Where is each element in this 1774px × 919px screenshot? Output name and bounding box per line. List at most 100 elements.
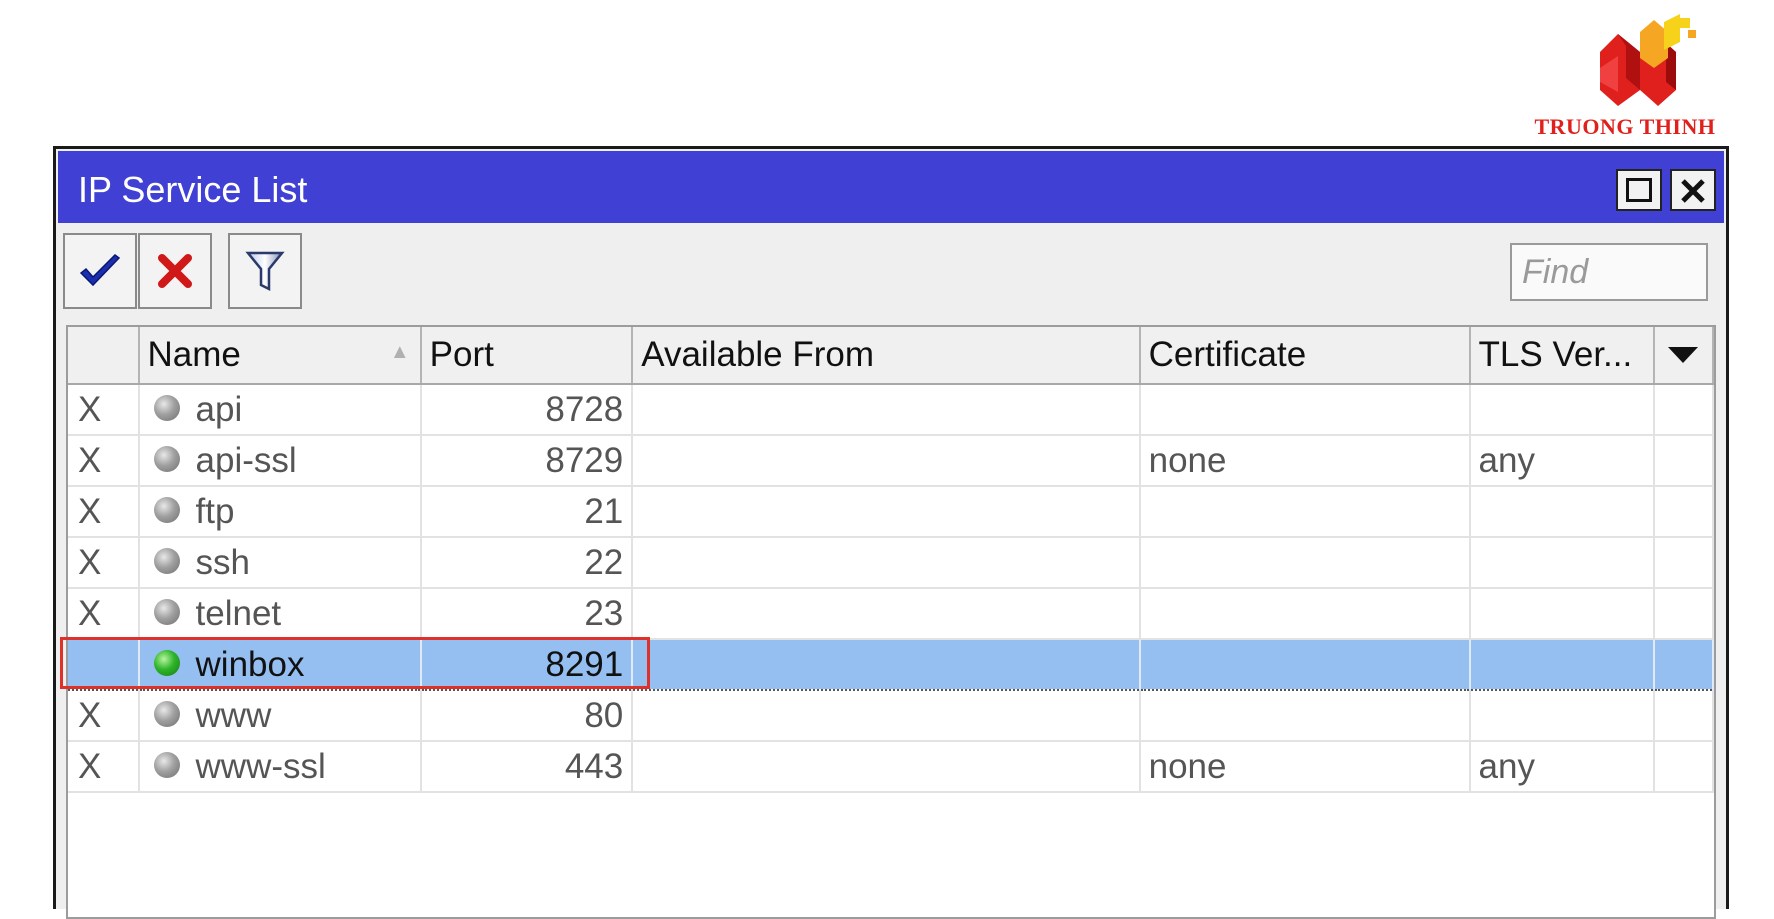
row-certificate	[1139, 638, 1471, 691]
status-disabled-icon	[153, 497, 180, 524]
column-header-certificate[interactable]: Certificate	[1139, 327, 1471, 385]
row-flag: X	[68, 690, 140, 742]
column-header-flag[interactable]	[68, 327, 140, 385]
row-certificate: none	[1139, 741, 1471, 793]
table-row[interactable]: X ssh 22	[68, 537, 1715, 589]
row-name: www-ssl	[138, 741, 422, 793]
table-row[interactable]: X www 80	[68, 690, 1715, 742]
row-port: 23	[420, 588, 634, 640]
dropdown-arrow-icon	[1668, 347, 1699, 363]
row-name-label: winbox	[195, 644, 305, 684]
row-filler	[1653, 486, 1715, 538]
close-icon	[1681, 179, 1705, 203]
column-header-available-from[interactable]: Available From	[632, 327, 1141, 385]
row-name: api	[138, 384, 422, 436]
window-title: IP Service List	[78, 169, 308, 210]
table-row-selected[interactable]: winbox 8291	[68, 638, 1715, 691]
row-name-label: telnet	[195, 593, 282, 633]
table-row[interactable]: X ftp 21	[68, 486, 1715, 538]
row-name: ftp	[138, 486, 422, 538]
column-header-name[interactable]: Name ▲	[138, 327, 422, 385]
row-tls	[1469, 638, 1655, 691]
row-certificate	[1139, 588, 1471, 640]
row-tls: any	[1469, 435, 1655, 487]
filter-button[interactable]	[228, 233, 302, 309]
column-menu-button[interactable]	[1653, 327, 1715, 385]
row-tls	[1469, 384, 1655, 436]
status-disabled-icon	[153, 701, 180, 728]
title-bar: IP Service List	[58, 151, 1724, 223]
row-available-from	[632, 588, 1141, 640]
row-certificate	[1139, 537, 1471, 589]
row-tls	[1469, 690, 1655, 742]
row-port: 8728	[420, 384, 634, 436]
status-disabled-icon	[153, 752, 180, 779]
row-name-label: ssh	[195, 542, 250, 582]
status-enabled-icon	[153, 650, 180, 677]
status-disabled-icon	[153, 446, 180, 473]
row-available-from	[632, 384, 1141, 436]
row-available-from	[632, 690, 1141, 742]
row-filler	[1653, 435, 1715, 487]
row-filler	[1653, 384, 1715, 436]
row-flag: X	[68, 384, 140, 436]
filter-icon	[245, 251, 285, 292]
row-name: ssh	[138, 537, 422, 589]
row-available-from	[632, 741, 1141, 793]
column-header-port[interactable]: Port	[420, 327, 634, 385]
row-tls: any	[1469, 741, 1655, 793]
toolbar	[58, 223, 1724, 315]
status-disabled-icon	[153, 548, 180, 575]
row-flag: X	[68, 588, 140, 640]
row-port: 80	[420, 690, 634, 742]
row-filler	[1653, 741, 1715, 793]
row-port: 8729	[420, 435, 634, 487]
row-tls	[1469, 486, 1655, 538]
row-name: www	[138, 690, 422, 742]
status-disabled-icon	[153, 599, 180, 626]
row-port: 21	[420, 486, 634, 538]
close-button[interactable]	[1670, 169, 1716, 211]
row-filler	[1653, 537, 1715, 589]
row-flag	[68, 638, 140, 691]
service-table: Name ▲ Port Available From Certificate T…	[66, 325, 1716, 919]
status-disabled-icon	[153, 395, 180, 422]
row-name-label: api-ssl	[195, 440, 297, 480]
enable-button[interactable]	[63, 233, 137, 309]
sort-ascending-icon: ▲	[389, 341, 410, 363]
row-flag: X	[68, 486, 140, 538]
row-certificate: none	[1139, 435, 1471, 487]
row-name: api-ssl	[138, 435, 422, 487]
row-certificate	[1139, 486, 1471, 538]
row-filler	[1653, 638, 1715, 691]
column-header-tls-version[interactable]: TLS Ver...	[1469, 327, 1655, 385]
row-name-label: www	[195, 695, 272, 735]
row-name: winbox	[138, 638, 422, 691]
table-row[interactable]: X www-ssl 443 none any	[68, 741, 1715, 793]
find-input[interactable]	[1510, 243, 1708, 301]
column-header-name-label: Name	[147, 335, 241, 374]
row-port: 22	[420, 537, 634, 589]
row-tls	[1469, 537, 1655, 589]
row-flag: X	[68, 537, 140, 589]
row-certificate	[1139, 384, 1471, 436]
row-filler	[1653, 690, 1715, 742]
row-name-label: www-ssl	[195, 746, 326, 786]
row-available-from	[632, 486, 1141, 538]
table-row[interactable]: X telnet 23	[68, 588, 1715, 640]
row-port: 8291	[420, 638, 634, 691]
checkmark-icon	[79, 254, 121, 287]
table-header: Name ▲ Port Available From Certificate T…	[68, 327, 1715, 385]
row-available-from	[632, 435, 1141, 487]
maximize-button[interactable]	[1616, 169, 1662, 211]
row-name-label: ftp	[195, 491, 235, 531]
disable-button[interactable]	[138, 233, 212, 309]
table-row[interactable]: X api-ssl 8729 none any	[68, 435, 1715, 487]
row-certificate	[1139, 690, 1471, 742]
row-port: 443	[420, 741, 634, 793]
table-row[interactable]: X api 8728	[68, 384, 1715, 436]
row-flag: X	[68, 435, 140, 487]
x-icon	[158, 254, 192, 288]
row-flag: X	[68, 741, 140, 793]
logo-text: TRUONG THINH	[1534, 114, 1716, 139]
